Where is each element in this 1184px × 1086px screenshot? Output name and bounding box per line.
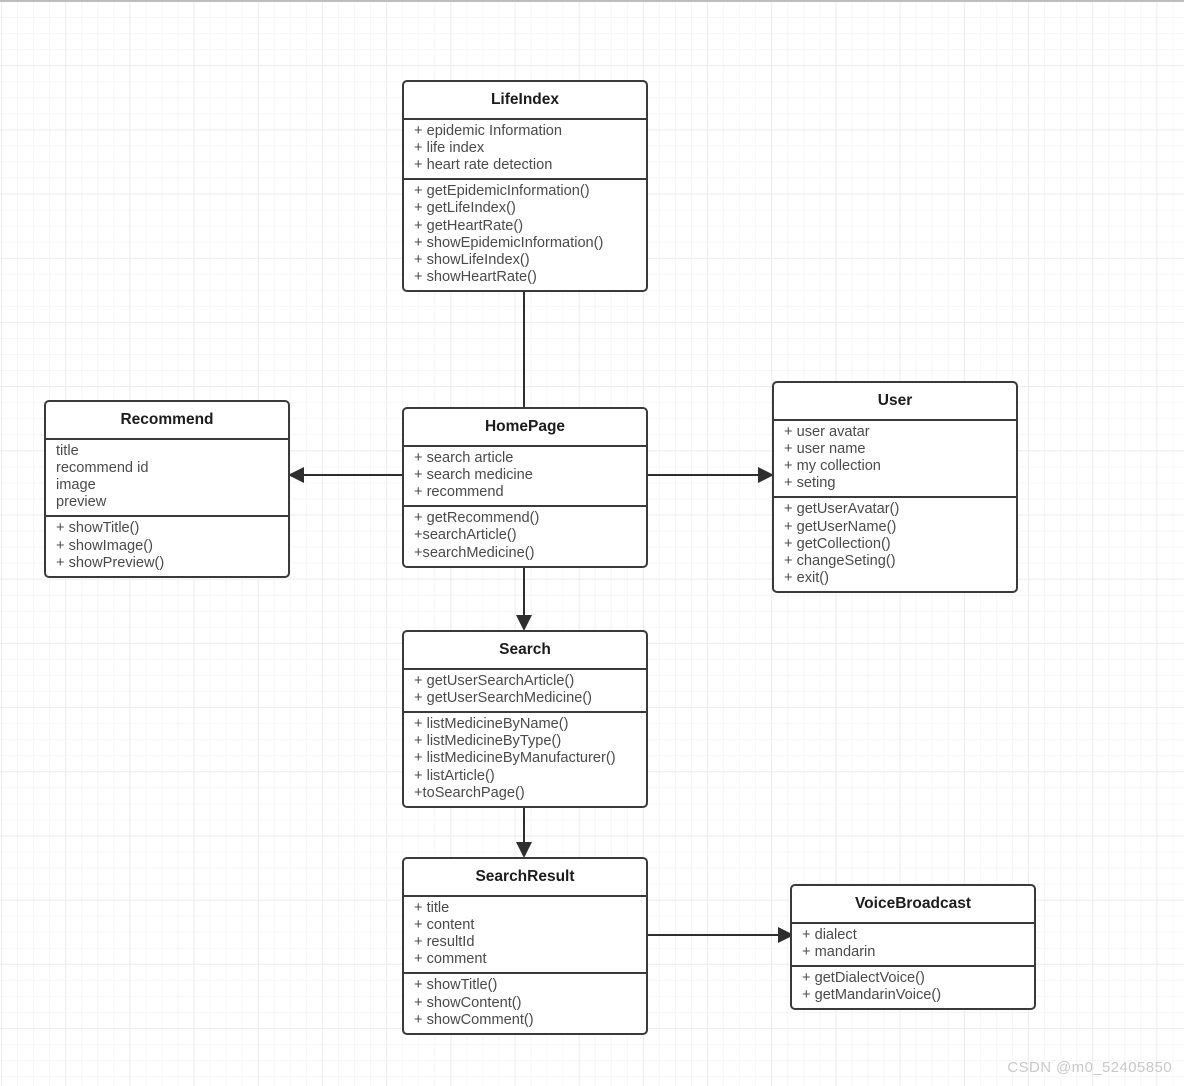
class-title: Search bbox=[499, 641, 551, 658]
attributes-compartment: title recommend id image preview bbox=[46, 437, 288, 516]
method-item: +toSearchPage() bbox=[414, 784, 525, 801]
attributes-compartment: + search article + search medicine + rec… bbox=[404, 444, 646, 506]
method-item: + showTitle() bbox=[56, 520, 140, 537]
method-item: + getUserAvatar() bbox=[784, 501, 900, 518]
method-item: + showComment() bbox=[414, 1011, 534, 1028]
methods-compartment: + showTitle() + showImage() + showPrevie… bbox=[46, 515, 288, 576]
method-item: + changeSeting() bbox=[784, 552, 896, 569]
attribute-item: recommend id bbox=[56, 459, 149, 476]
method-item: + showHeartRate() bbox=[414, 269, 537, 286]
methods-compartment: + showTitle() + showContent() + showComm… bbox=[404, 972, 646, 1033]
attribute-item: + epidemic Information bbox=[414, 122, 563, 139]
connector-searchresult-to-voicebroadcast bbox=[646, 934, 780, 936]
method-item: + listArticle() bbox=[414, 767, 495, 784]
attribute-item: + seting bbox=[784, 475, 836, 492]
attribute-item: preview bbox=[56, 494, 107, 511]
class-search[interactable]: Search + getUserSearchArticle() + getUse… bbox=[402, 630, 648, 808]
attribute-item: image bbox=[56, 476, 96, 493]
top-border-rule bbox=[0, 0, 1184, 2]
method-item: + showTitle() bbox=[414, 977, 498, 994]
attribute-item: + my collection bbox=[784, 457, 881, 474]
method-item: + showPreview() bbox=[56, 554, 165, 571]
methods-compartment: + getRecommend() +searchArticle() +searc… bbox=[404, 505, 646, 566]
method-item: + exit() bbox=[784, 570, 830, 587]
method-item: + getRecommend() bbox=[414, 510, 540, 527]
attribute-item: + comment bbox=[414, 951, 487, 968]
attribute-item: + getUserSearchMedicine() bbox=[414, 689, 593, 706]
method-item: + getCollection() bbox=[784, 535, 891, 552]
attribute-item: title bbox=[56, 442, 79, 459]
connector-homepage-to-user bbox=[646, 474, 758, 476]
method-item: + getLifeIndex() bbox=[414, 200, 516, 217]
class-title: User bbox=[877, 392, 913, 409]
methods-compartment: + getDialectVoice() + getMandarinVoice() bbox=[792, 964, 1034, 1008]
method-item: + getDialectVoice() bbox=[802, 969, 925, 986]
attributes-compartment: + dialect + mandarin bbox=[792, 921, 1034, 965]
attribute-item: + mandarin bbox=[802, 943, 876, 960]
attribute-item: + content bbox=[414, 916, 475, 933]
methods-compartment: + getUserAvatar() + getUserName() + getC… bbox=[774, 496, 1016, 591]
connector-homepage-to-recommend bbox=[300, 474, 404, 476]
class-title: LifeIndex bbox=[490, 91, 560, 108]
method-item: + getUserName() bbox=[784, 518, 897, 535]
class-searchresult[interactable]: SearchResult + title + content + resultI… bbox=[402, 857, 648, 1035]
class-title: SearchResult bbox=[475, 868, 575, 885]
attribute-item: + title bbox=[414, 899, 450, 916]
class-lifeindex[interactable]: LifeIndex + epidemic Information + life … bbox=[402, 80, 648, 293]
method-item: + getMandarinVoice() bbox=[802, 987, 942, 1004]
method-item: + getEpidemicInformation() bbox=[414, 183, 590, 200]
attribute-item: + resultId bbox=[414, 933, 475, 950]
method-item: + showContent() bbox=[414, 994, 522, 1011]
methods-compartment: + getEpidemicInformation() + getLifeInde… bbox=[404, 178, 646, 290]
method-item: + listMedicineByManufacturer() bbox=[414, 750, 616, 767]
class-homepage[interactable]: HomePage + search article + search medic… bbox=[402, 407, 648, 568]
attributes-compartment: + getUserSearchArticle() + getUserSearch… bbox=[404, 667, 646, 711]
class-title: HomePage bbox=[484, 418, 566, 435]
class-voicebroadcast[interactable]: VoiceBroadcast + dialect + mandarin + ge… bbox=[790, 884, 1036, 1011]
attributes-compartment: + title + content + resultId + comment bbox=[404, 894, 646, 973]
attribute-item: + user avatar bbox=[784, 423, 870, 440]
watermark-text: CSDN @m0_52405850 bbox=[1007, 1059, 1172, 1076]
method-item: + showImage() bbox=[56, 537, 153, 554]
method-item: + getHeartRate() bbox=[414, 217, 524, 234]
attributes-compartment: + user avatar + user name + my collectio… bbox=[774, 418, 1016, 497]
attribute-item: + life index bbox=[414, 139, 485, 156]
arrowhead-recommend bbox=[288, 467, 304, 483]
attribute-item: + getUserSearchArticle() bbox=[414, 672, 575, 689]
class-user[interactable]: User + user avatar + user name + my coll… bbox=[772, 381, 1018, 594]
method-item: + showEpidemicInformation() bbox=[414, 234, 604, 251]
attribute-item: + recommend bbox=[414, 483, 504, 500]
attributes-compartment: + epidemic Information + life index + he… bbox=[404, 117, 646, 179]
attribute-item: + heart rate detection bbox=[414, 156, 553, 173]
attribute-item: + search medicine bbox=[414, 466, 533, 483]
method-item: + listMedicineByType() bbox=[414, 733, 562, 750]
methods-compartment: + listMedicineByName() + listMedicineByT… bbox=[404, 710, 646, 806]
method-item: +searchMedicine() bbox=[414, 544, 535, 561]
class-title: VoiceBroadcast bbox=[854, 895, 971, 912]
method-item: +searchArticle() bbox=[414, 527, 517, 544]
attribute-item: + user name bbox=[784, 440, 866, 457]
method-item: + showLifeIndex() bbox=[414, 251, 530, 268]
class-title: Recommend bbox=[120, 411, 214, 428]
connector-homepage-to-lifeindex bbox=[523, 283, 525, 407]
class-recommend[interactable]: Recommend title recommend id image previ… bbox=[44, 400, 290, 578]
attribute-item: + dialect bbox=[802, 926, 857, 943]
attribute-item: + search article bbox=[414, 449, 514, 466]
arrowhead-search bbox=[516, 615, 532, 631]
method-item: + listMedicineByName() bbox=[414, 715, 569, 732]
arrowhead-searchresult bbox=[516, 842, 532, 858]
